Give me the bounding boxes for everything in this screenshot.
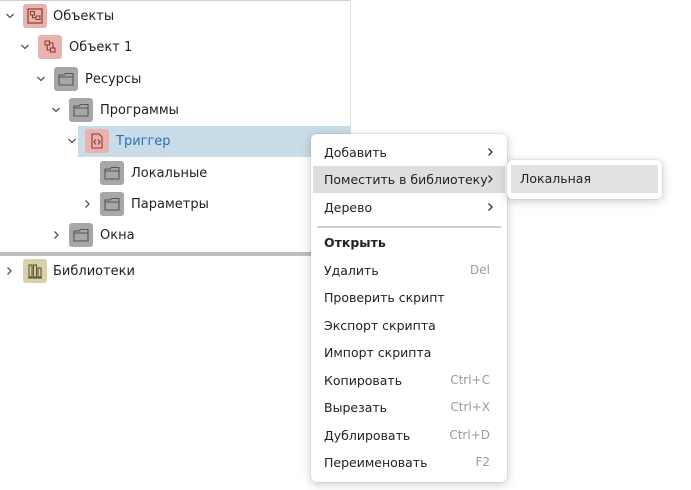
tree-item-object-1[interactable]: Объект 1 bbox=[69, 40, 132, 55]
menu-item-open[interactable]: Открыть bbox=[311, 229, 507, 256]
menu-item-copy[interactable]: Копировать Ctrl+C bbox=[311, 367, 507, 394]
context-menu: Добавить Поместить в библиотеку Дерево О… bbox=[311, 134, 507, 482]
library-submenu: Локальная bbox=[507, 160, 662, 199]
object-tree-panel: Объекты Объект 1 Ресурсы Программы Тригг… bbox=[0, 0, 351, 254]
tree-item-programs[interactable]: Программы bbox=[100, 103, 179, 118]
menu-separator bbox=[317, 226, 501, 228]
chevron-right-icon[interactable] bbox=[2, 264, 16, 278]
menu-item-add[interactable]: Добавить bbox=[311, 139, 507, 166]
chevron-down-icon[interactable] bbox=[34, 72, 48, 86]
folder-icon bbox=[69, 223, 93, 247]
panel-divider[interactable] bbox=[0, 252, 350, 256]
menu-item-tree[interactable]: Дерево bbox=[311, 194, 507, 221]
tree-item-trigger[interactable]: Триггер bbox=[116, 134, 171, 149]
chevron-right-icon bbox=[488, 148, 493, 156]
menu-shortcut: Del bbox=[470, 263, 490, 277]
menu-shortcut: Ctrl+X bbox=[450, 400, 490, 414]
chevron-down-icon[interactable] bbox=[3, 9, 17, 23]
folder-icon bbox=[69, 98, 93, 122]
menu-shortcut: Ctrl+C bbox=[450, 373, 490, 387]
panel-top-border bbox=[0, 0, 350, 1]
chevron-right-icon bbox=[488, 175, 493, 183]
menu-item-export-script[interactable]: Экспорт скрипта bbox=[311, 312, 507, 339]
menu-item-label: Проверить скрипт bbox=[324, 290, 445, 305]
tree-item-parameters[interactable]: Параметры bbox=[131, 197, 209, 212]
menu-item-duplicate[interactable]: Дублировать Ctrl+D bbox=[311, 422, 507, 449]
tree-item-locals[interactable]: Локальные bbox=[131, 166, 207, 181]
menu-item-label: Копировать bbox=[324, 373, 403, 388]
objects-icon bbox=[23, 4, 47, 28]
submenu-item-label: Локальная bbox=[520, 171, 591, 186]
menu-item-label: Экспорт скрипта bbox=[324, 318, 436, 333]
tree-item-windows[interactable]: Окна bbox=[100, 228, 135, 243]
menu-item-cut[interactable]: Вырезать Ctrl+X bbox=[311, 394, 507, 421]
chevron-down-icon[interactable] bbox=[18, 40, 32, 54]
menu-item-label: Поместить в библиотеку bbox=[324, 172, 488, 187]
chevron-right-icon[interactable] bbox=[80, 197, 94, 211]
tree-item-objects[interactable]: Объекты bbox=[53, 9, 114, 24]
menu-item-label: Дублировать bbox=[324, 428, 411, 443]
object-icon bbox=[38, 35, 62, 59]
trigger-script-icon bbox=[85, 129, 109, 153]
tree-item-libraries[interactable]: Библиотеки bbox=[53, 264, 135, 279]
chevron-down-icon[interactable] bbox=[65, 134, 79, 148]
menu-shortcut: Ctrl+D bbox=[449, 428, 490, 442]
submenu-item-local[interactable]: Локальная bbox=[511, 165, 658, 193]
menu-item-rename[interactable]: Переименовать F2 bbox=[311, 449, 507, 476]
menu-item-label: Дерево bbox=[324, 200, 373, 215]
menu-item-label: Вырезать bbox=[324, 400, 388, 415]
menu-shortcut: F2 bbox=[475, 455, 490, 469]
tree-item-resources[interactable]: Ресурсы bbox=[85, 72, 141, 87]
menu-item-put-to-library[interactable]: Поместить в библиотеку bbox=[313, 166, 505, 193]
menu-item-label: Удалить bbox=[324, 263, 379, 278]
chevron-right-icon[interactable] bbox=[49, 228, 63, 242]
folder-icon bbox=[54, 67, 78, 91]
menu-item-label: Переименовать bbox=[324, 455, 428, 470]
folder-icon bbox=[100, 161, 124, 185]
folder-icon bbox=[100, 192, 124, 216]
menu-item-label: Открыть bbox=[324, 235, 386, 250]
menu-item-check-script[interactable]: Проверить скрипт bbox=[311, 284, 507, 311]
chevron-right-icon bbox=[488, 203, 493, 211]
menu-item-delete[interactable]: Удалить Del bbox=[311, 257, 507, 284]
chevron-down-icon[interactable] bbox=[49, 103, 63, 117]
menu-item-import-script[interactable]: Импорт скрипта bbox=[311, 339, 507, 366]
menu-item-label: Импорт скрипта bbox=[324, 345, 432, 360]
menu-item-label: Добавить bbox=[324, 145, 387, 160]
library-icon bbox=[23, 259, 47, 283]
